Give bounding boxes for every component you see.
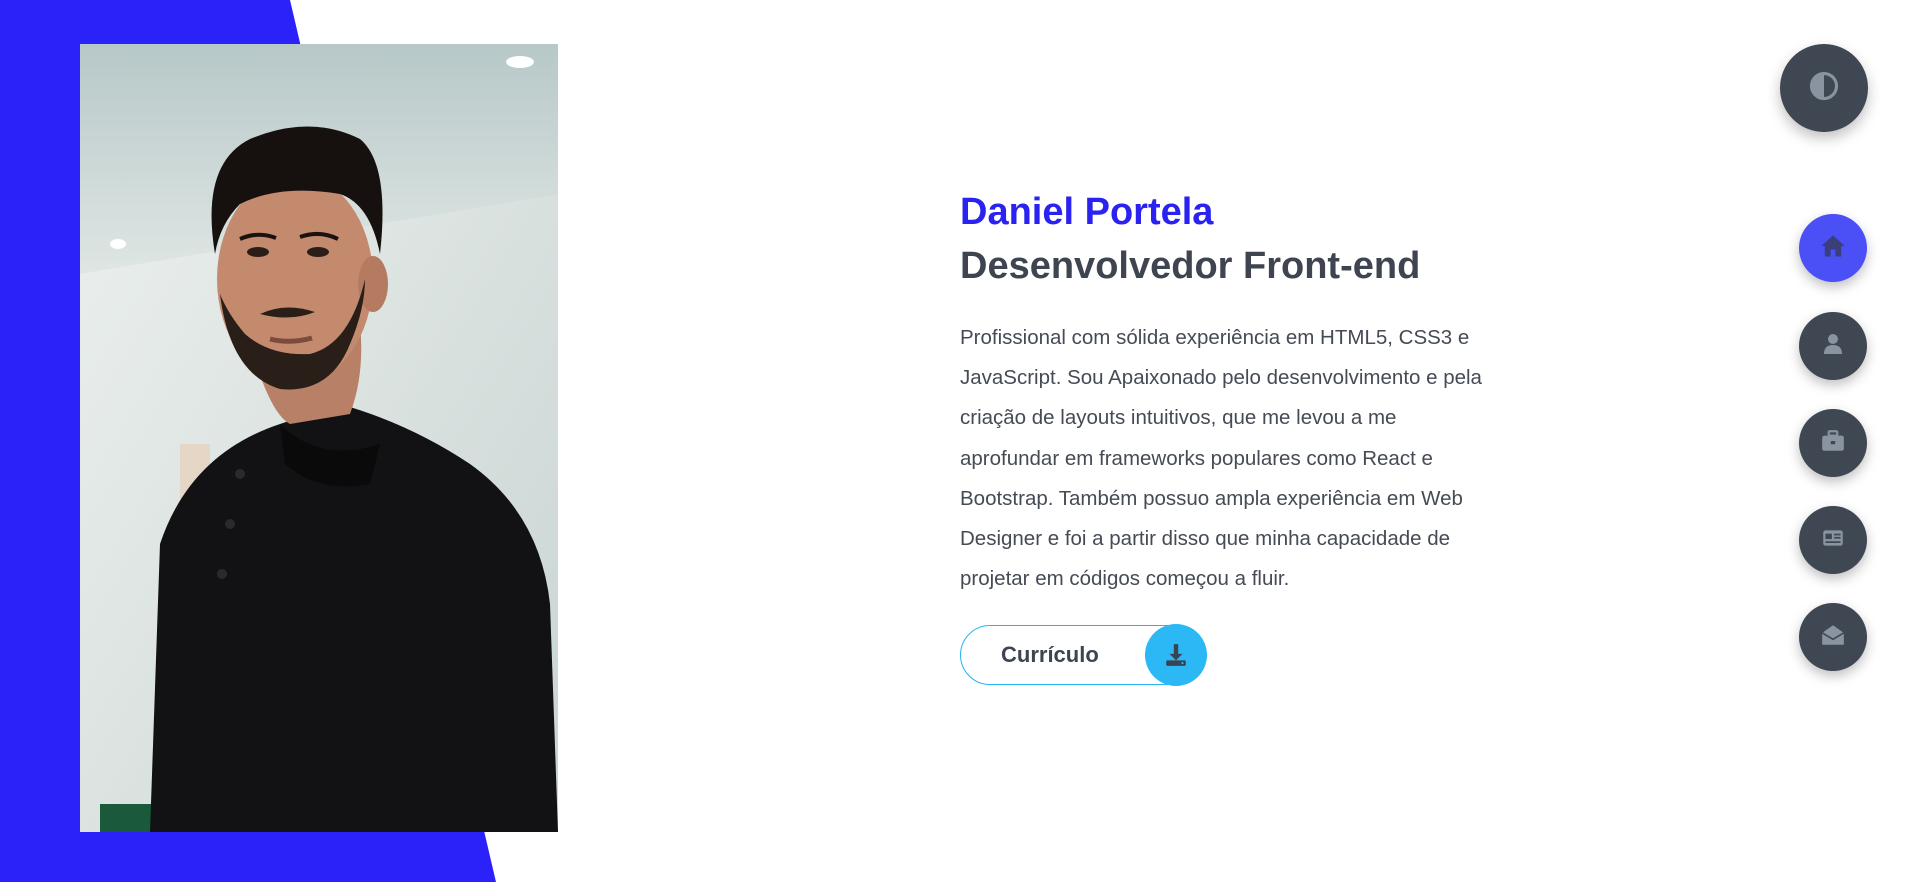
nav-blog-button[interactable]	[1799, 506, 1867, 574]
hero-role: Desenvolvedor Front-end	[960, 245, 1421, 287]
nav-about-button[interactable]	[1799, 312, 1867, 380]
bio-line: Profissional com sólida experiência em H…	[960, 326, 1470, 349]
bio-line: criação de layouts intuitivos, que me le…	[960, 406, 1397, 430]
bio-line: Bootstrap. Também possuo ampla experiênc…	[960, 486, 1463, 510]
download-icon	[1145, 624, 1207, 687]
nav-portfolio-button[interactable]	[1799, 409, 1867, 477]
newspaper-icon	[1820, 525, 1846, 556]
user-icon	[1821, 332, 1845, 361]
home-icon	[1819, 232, 1847, 265]
hero-name: Daniel Portela	[960, 191, 1214, 233]
bio-line: projetar em códigos começou a fluir.	[960, 567, 1290, 591]
envelope-open-icon	[1820, 622, 1846, 653]
bio-line: aprofundar em frameworks populares como …	[960, 446, 1433, 470]
nav-home-button[interactable]	[1799, 214, 1867, 282]
nav-contact-button[interactable]	[1799, 603, 1867, 671]
cv-download-button[interactable]: Currículo	[960, 624, 1207, 687]
page: Daniel Portela Desenvolvedor Front-end P…	[0, 0, 1920, 882]
cv-button-label: Currículo	[1001, 642, 1099, 668]
hero-content: Daniel Portela Desenvolvedor Front-end P…	[960, 190, 1560, 687]
briefcase-icon	[1820, 428, 1846, 459]
bio-line: JavaScript. Sou Apaixonado pelo desenvol…	[960, 366, 1482, 390]
theme-toggle-button[interactable]	[1780, 44, 1868, 132]
hero-bio: Profissional com sólida experiência em H…	[960, 318, 1560, 599]
contrast-icon	[1809, 71, 1839, 106]
bio-line: Designer e foi a partir disso que minha …	[960, 527, 1451, 551]
profile-photo	[80, 44, 558, 832]
